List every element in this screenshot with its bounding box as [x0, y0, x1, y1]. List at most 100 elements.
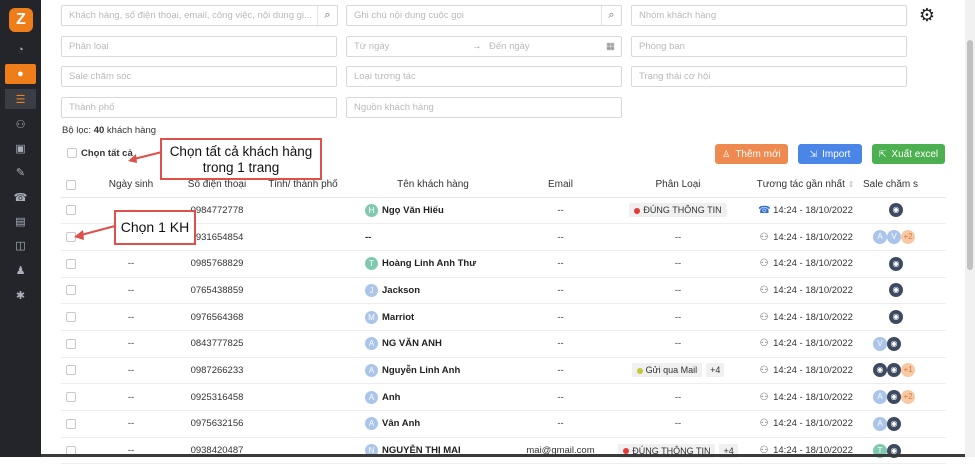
row-checkbox-cell[interactable]	[61, 410, 81, 438]
sale-avatar[interactable]: ◉	[887, 336, 901, 351]
scrollbar-thumb[interactable]	[967, 40, 973, 270]
row-checkbox[interactable]	[66, 338, 76, 349]
row-checkbox[interactable]	[66, 365, 76, 376]
sale-avatar[interactable]: V	[873, 336, 887, 351]
header-checkbox-cell[interactable]	[61, 173, 81, 198]
col-name[interactable]: Tên khách hàng	[353, 173, 513, 198]
sale-avatar[interactable]: V	[887, 230, 901, 245]
dob-cell: --	[81, 383, 181, 411]
customer-name[interactable]: Marriot	[382, 312, 414, 323]
table-row[interactable]: -- 0985768829 T Hoàng Linh Anh Thư -- -- …	[61, 250, 946, 278]
name-cell: M Marriot	[353, 303, 513, 331]
user-icon[interactable]: ●	[5, 64, 36, 84]
row-checkbox-cell[interactable]	[61, 330, 81, 358]
customer-name[interactable]: NG VĂN ANH	[382, 338, 442, 349]
row-checkbox-cell[interactable]	[61, 383, 81, 411]
briefcase-icon[interactable]: ▣	[0, 138, 41, 158]
export-excel-button[interactable]: ⇱ Xuất excel	[872, 144, 945, 164]
sale-avatar[interactable]: A	[873, 230, 887, 245]
row-checkbox-cell[interactable]	[61, 277, 81, 305]
select-all-checkbox[interactable]	[67, 148, 77, 159]
sale-avatar[interactable]: +1	[901, 363, 915, 378]
email-cell: --	[513, 330, 608, 358]
search-icon[interactable]: ⌕	[601, 6, 621, 25]
opportunity-status-select[interactable]: Trạng thái cơ hội	[631, 66, 907, 87]
table-row[interactable]: -- 0765438859 J Jackson -- -- ⚇ 14:24 - 18…	[61, 277, 946, 305]
customer-avatar: J	[365, 283, 378, 297]
sale-avatar[interactable]: A	[873, 390, 887, 405]
add-customer-button[interactable]: ♙ Thêm mới	[715, 144, 788, 164]
city-select[interactable]: Thành phố	[61, 97, 337, 118]
table-row[interactable]: -- 0987266233 A Nguyễn Linh Anh -- Gửi qu…	[61, 357, 946, 385]
col-last-interaction[interactable]: Tương tác gần nhất ⇕	[748, 173, 863, 198]
sale-avatar[interactable]: ◉	[887, 390, 901, 405]
row-checkbox-cell[interactable]	[61, 357, 81, 385]
cog-icon[interactable]: ✱	[0, 285, 41, 305]
row-checkbox[interactable]	[66, 205, 76, 216]
category-select[interactable]: Phân loại	[61, 36, 337, 57]
customer-name[interactable]: Ngọ Văn Hiếu	[382, 205, 444, 216]
customer-name[interactable]: Vân Anh	[382, 418, 420, 429]
sale-avatar[interactable]: ◉	[889, 256, 903, 271]
sale-avatar[interactable]: ◉	[889, 283, 903, 298]
row-checkbox[interactable]	[66, 392, 76, 403]
department-select[interactable]: Phòng ban	[631, 36, 907, 57]
row-checkbox-cell[interactable]	[61, 250, 81, 278]
col-category[interactable]: Phân Loại	[608, 173, 748, 198]
sale-avatar[interactable]: +2	[901, 390, 915, 405]
list-icon[interactable]: ☰	[5, 89, 36, 109]
settings-gear-icon[interactable]: ⚙	[917, 5, 937, 25]
interaction-type-select[interactable]: Loại tương tác	[346, 66, 622, 87]
sale-select[interactable]: Sale chăm sóc	[61, 66, 337, 87]
dob-cell: --	[81, 303, 181, 331]
table-row[interactable]: -- 0938420487 N NGUYỄN THỊ MAI mai@gmail.…	[61, 437, 946, 464]
customer-name[interactable]: Jackson	[382, 285, 420, 296]
scrollbar[interactable]	[965, 0, 975, 457]
more-tags-badge[interactable]: +4	[706, 363, 725, 378]
table-row[interactable]: -- 0843777825 A NG VĂN ANH -- -- ⚇ 14:24 -…	[61, 330, 946, 358]
header-checkbox[interactable]	[66, 179, 76, 190]
sale-avatar[interactable]: ◉	[887, 416, 901, 431]
sale-avatar[interactable]: ◉	[873, 363, 887, 378]
row-checkbox[interactable]	[66, 312, 76, 323]
customer-name[interactable]: --	[365, 232, 371, 243]
dashboard-icon[interactable]: ◔	[0, 40, 41, 60]
user-tie-icon[interactable]: ♟	[0, 260, 41, 280]
table-row[interactable]: -- 0925316458 A Anh -- -- ⚇ 14:24 - 18/10/…	[61, 383, 946, 411]
sort-icon[interactable]: ⇕	[848, 180, 855, 189]
date-range-picker[interactable]: Từ ngày → Đến ngày ▦	[346, 36, 622, 57]
customer-name[interactable]: Hoàng Linh Anh Thư	[382, 258, 476, 269]
sale-avatar[interactable]: A	[873, 416, 887, 431]
city-cell	[253, 277, 353, 305]
sale-avatar[interactable]: +2	[901, 230, 915, 245]
phone-cell: 0985768829	[181, 250, 253, 278]
sale-avatar[interactable]: ◉	[889, 310, 903, 325]
select-all[interactable]: Chọn tất cả	[67, 148, 133, 159]
sale-avatar[interactable]: ◉	[887, 363, 901, 378]
table-row[interactable]: -- 0976564368 M Marriot -- -- ⚇ 14:24 - 18…	[61, 303, 946, 331]
customer-name[interactable]: Nguyễn Linh Anh	[382, 365, 460, 376]
phone-icon[interactable]: ☎	[0, 187, 41, 207]
table-row[interactable]: -- 0975632156 A Vân Anh -- -- ⚇ 14:24 - 18…	[61, 410, 946, 438]
edit-icon[interactable]: ✎	[0, 162, 41, 182]
row-checkbox[interactable]	[66, 285, 76, 296]
customer-group-select[interactable]: Nhóm khách hàng	[631, 5, 907, 26]
box-icon[interactable]: ◫	[0, 235, 41, 255]
row-checkbox-cell[interactable]	[61, 303, 81, 331]
row-checkbox-cell[interactable]	[61, 437, 81, 464]
sale-avatar[interactable]: ◉	[889, 203, 903, 218]
search-input[interactable]: Khách hàng, số điện thoại, email, công v…	[61, 5, 338, 26]
chart-icon[interactable]: ▤	[0, 211, 41, 231]
call-note-input[interactable]: Ghi chú nội dung cuộc gọi ⌕	[346, 5, 622, 26]
col-email[interactable]: Email	[513, 173, 608, 198]
source-select[interactable]: Nguồn khách hàng	[346, 97, 622, 118]
app-logo[interactable]: Z	[9, 8, 33, 32]
search-icon[interactable]: ⌕	[317, 6, 337, 25]
row-checkbox-cell[interactable]	[61, 197, 81, 225]
customer-name[interactable]: Anh	[382, 392, 400, 403]
users-icon[interactable]: ⚇	[0, 114, 41, 134]
row-checkbox[interactable]	[66, 418, 76, 429]
import-button[interactable]: ⇲ Import	[798, 144, 862, 164]
row-checkbox[interactable]	[66, 258, 76, 269]
col-sale[interactable]: Sale chăm s	[863, 173, 946, 198]
